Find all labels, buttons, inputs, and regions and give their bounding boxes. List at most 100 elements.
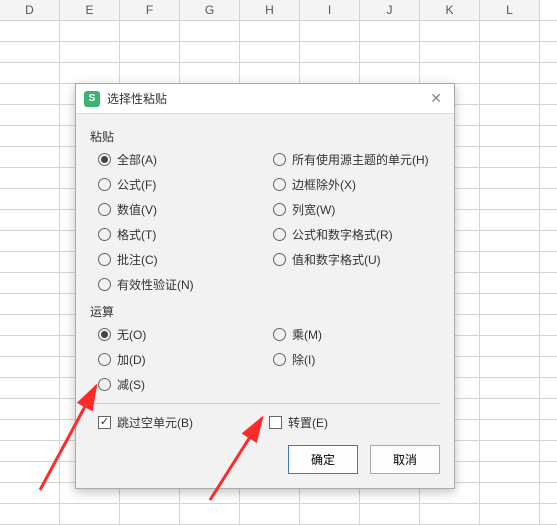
grid-cell[interactable] — [420, 42, 480, 62]
grid-cell[interactable] — [60, 504, 120, 524]
op-multiply-radio[interactable]: 乘(M) — [273, 326, 440, 343]
cancel-button[interactable]: 取消 — [370, 445, 440, 474]
grid-cell[interactable] — [0, 63, 60, 83]
grid-cell[interactable] — [240, 42, 300, 62]
grid-cell[interactable] — [480, 294, 540, 314]
grid-cell[interactable] — [480, 63, 540, 83]
grid-cell[interactable] — [480, 378, 540, 398]
close-icon[interactable]: ✕ — [426, 90, 446, 107]
col-header[interactable]: D — [0, 0, 60, 20]
grid-cell[interactable] — [0, 483, 60, 503]
grid-cell[interactable] — [0, 105, 60, 125]
op-divide-radio[interactable]: 除(I) — [273, 351, 440, 368]
grid-cell[interactable] — [480, 504, 540, 524]
grid-cell[interactable] — [480, 336, 540, 356]
paste-noborder-radio[interactable]: 边框除外(X) — [273, 176, 440, 193]
grid-cell[interactable] — [360, 42, 420, 62]
grid-cell[interactable] — [0, 399, 60, 419]
grid-cell[interactable] — [0, 357, 60, 377]
op-add-radio[interactable]: 加(D) — [98, 351, 265, 368]
grid-cell[interactable] — [480, 357, 540, 377]
grid-cell[interactable] — [0, 294, 60, 314]
col-header[interactable]: G — [180, 0, 240, 20]
paste-validation-radio[interactable]: 有效性验证(N) — [98, 276, 265, 293]
grid-cell[interactable] — [0, 42, 60, 62]
grid-cell[interactable] — [480, 252, 540, 272]
paste-format-radio[interactable]: 格式(T) — [98, 226, 265, 243]
grid-cell[interactable] — [480, 441, 540, 461]
grid-cell[interactable] — [480, 315, 540, 335]
grid-cell[interactable] — [0, 420, 60, 440]
grid-cell[interactable] — [0, 252, 60, 272]
skip-blanks-checkbox[interactable]: 跳过空单元(B) — [98, 414, 269, 431]
grid-cell[interactable] — [300, 504, 360, 524]
grid-cell[interactable] — [0, 147, 60, 167]
col-header[interactable]: E — [60, 0, 120, 20]
grid-cell[interactable] — [0, 168, 60, 188]
col-header[interactable]: I — [300, 0, 360, 20]
grid-cell[interactable] — [240, 504, 300, 524]
grid-cell[interactable] — [480, 84, 540, 104]
grid-cell[interactable] — [180, 63, 240, 83]
grid-cell[interactable] — [0, 189, 60, 209]
ok-button[interactable]: 确定 — [288, 445, 358, 474]
grid-cell[interactable] — [360, 504, 420, 524]
grid-cell[interactable] — [480, 210, 540, 230]
grid-cell[interactable] — [0, 84, 60, 104]
grid-cell[interactable] — [0, 315, 60, 335]
op-none-radio[interactable]: 无(O) — [98, 326, 265, 343]
grid-cell[interactable] — [60, 42, 120, 62]
paste-theme-radio[interactable]: 所有使用源主题的单元(H) — [273, 151, 440, 168]
grid-cell[interactable] — [60, 21, 120, 41]
col-header[interactable]: L — [480, 0, 540, 20]
paste-valuenum-radio[interactable]: 值和数字格式(U) — [273, 251, 440, 268]
paste-formulanum-radio[interactable]: 公式和数字格式(R) — [273, 226, 440, 243]
grid-cell[interactable] — [180, 42, 240, 62]
grid-cell[interactable] — [0, 441, 60, 461]
grid-cell[interactable] — [480, 147, 540, 167]
grid-cell[interactable] — [240, 21, 300, 41]
col-header[interactable]: J — [360, 0, 420, 20]
grid-cell[interactable] — [480, 168, 540, 188]
grid-cell[interactable] — [0, 21, 60, 41]
grid-cell[interactable] — [480, 42, 540, 62]
grid-cell[interactable] — [0, 378, 60, 398]
transpose-checkbox[interactable]: 转置(E) — [269, 414, 440, 431]
grid-cell[interactable] — [240, 63, 300, 83]
col-header[interactable]: K — [420, 0, 480, 20]
grid-cell[interactable] — [0, 462, 60, 482]
grid-cell[interactable] — [0, 231, 60, 251]
paste-colwidth-radio[interactable]: 列宽(W) — [273, 201, 440, 218]
grid-cell[interactable] — [420, 21, 480, 41]
paste-value-radio[interactable]: 数值(V) — [98, 201, 265, 218]
grid-cell[interactable] — [120, 63, 180, 83]
col-header[interactable]: H — [240, 0, 300, 20]
grid-cell[interactable] — [480, 273, 540, 293]
grid-cell[interactable] — [60, 63, 120, 83]
col-header[interactable]: F — [120, 0, 180, 20]
grid-cell[interactable] — [480, 105, 540, 125]
grid-cell[interactable] — [480, 420, 540, 440]
grid-cell[interactable] — [480, 189, 540, 209]
grid-cell[interactable] — [360, 21, 420, 41]
grid-cell[interactable] — [120, 21, 180, 41]
op-subtract-radio[interactable]: 减(S) — [98, 376, 265, 393]
paste-all-radio[interactable]: 全部(A) — [98, 151, 265, 168]
grid-cell[interactable] — [300, 42, 360, 62]
grid-cell[interactable] — [120, 42, 180, 62]
grid-cell[interactable] — [420, 63, 480, 83]
grid-cell[interactable] — [480, 231, 540, 251]
grid-cell[interactable] — [0, 126, 60, 146]
paste-formula-radio[interactable]: 公式(F) — [98, 176, 265, 193]
grid-cell[interactable] — [300, 21, 360, 41]
paste-comment-radio[interactable]: 批注(C) — [98, 251, 265, 268]
grid-cell[interactable] — [0, 504, 60, 524]
grid-cell[interactable] — [360, 63, 420, 83]
grid-cell[interactable] — [300, 63, 360, 83]
grid-cell[interactable] — [480, 483, 540, 503]
grid-cell[interactable] — [480, 462, 540, 482]
grid-cell[interactable] — [0, 336, 60, 356]
grid-cell[interactable] — [480, 399, 540, 419]
grid-cell[interactable] — [480, 21, 540, 41]
grid-cell[interactable] — [180, 21, 240, 41]
